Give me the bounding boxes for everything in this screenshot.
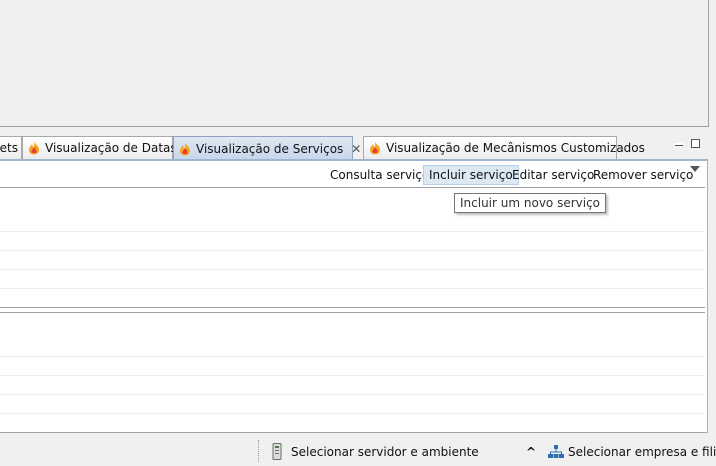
select-company-label[interactable]: Selecionar empresa e filial [568, 443, 716, 461]
view-menu-icon[interactable] [690, 166, 700, 172]
editor-area [0, 0, 709, 127]
add-service-button[interactable]: Incluir serviço [423, 165, 519, 185]
table-row[interactable] [0, 269, 705, 270]
flame-icon [29, 142, 39, 155]
table-row[interactable] [0, 288, 705, 289]
tab-services[interactable]: Visualização de Serviços ✕ [173, 136, 361, 160]
minimize-icon[interactable] [675, 143, 683, 146]
view-tab-bar: pets Visualização de Dataset Visualizaçã… [0, 136, 716, 160]
table-row[interactable] [0, 356, 705, 357]
chevron-up-icon[interactable]: ^ [526, 443, 536, 461]
edit-service-button[interactable]: Editar serviço [507, 165, 599, 185]
select-server-label[interactable]: Selecionar servidor e ambiente [291, 443, 479, 461]
tab-mechanisms[interactable]: Visualização de Mecânismos Customizados [363, 136, 645, 159]
flame-icon [370, 142, 380, 155]
company-tree-icon[interactable] [548, 445, 564, 458]
tab-dataset[interactable]: Visualização de Dataset [22, 136, 189, 159]
remove-service-button[interactable]: Remover serviço [588, 165, 698, 185]
details-table[interactable] [0, 312, 705, 433]
status-grip [258, 440, 261, 462]
maximize-icon[interactable] [691, 139, 700, 148]
table-row[interactable] [0, 394, 705, 395]
consult-service-button[interactable]: Consulta serviço [325, 165, 434, 185]
tab-label: pets [0, 141, 18, 155]
view-toolbar: Consulta serviço Incluir serviço Editar … [0, 162, 706, 186]
table-row[interactable] [0, 413, 705, 414]
close-icon[interactable]: ✕ [351, 142, 361, 156]
tab-label: Visualização de Dataset [45, 141, 189, 155]
table-row[interactable] [0, 250, 705, 251]
tab-label: Visualização de Serviços [196, 141, 344, 156]
table-row[interactable] [0, 375, 705, 376]
server-icon[interactable] [272, 443, 282, 460]
tab-pets[interactable]: pets [0, 136, 22, 159]
tooltip: Incluir um novo serviço [454, 193, 607, 213]
flame-icon [180, 142, 190, 155]
table-row[interactable] [0, 231, 705, 232]
tab-label: Visualização de Mecânismos Customizados [386, 141, 645, 155]
